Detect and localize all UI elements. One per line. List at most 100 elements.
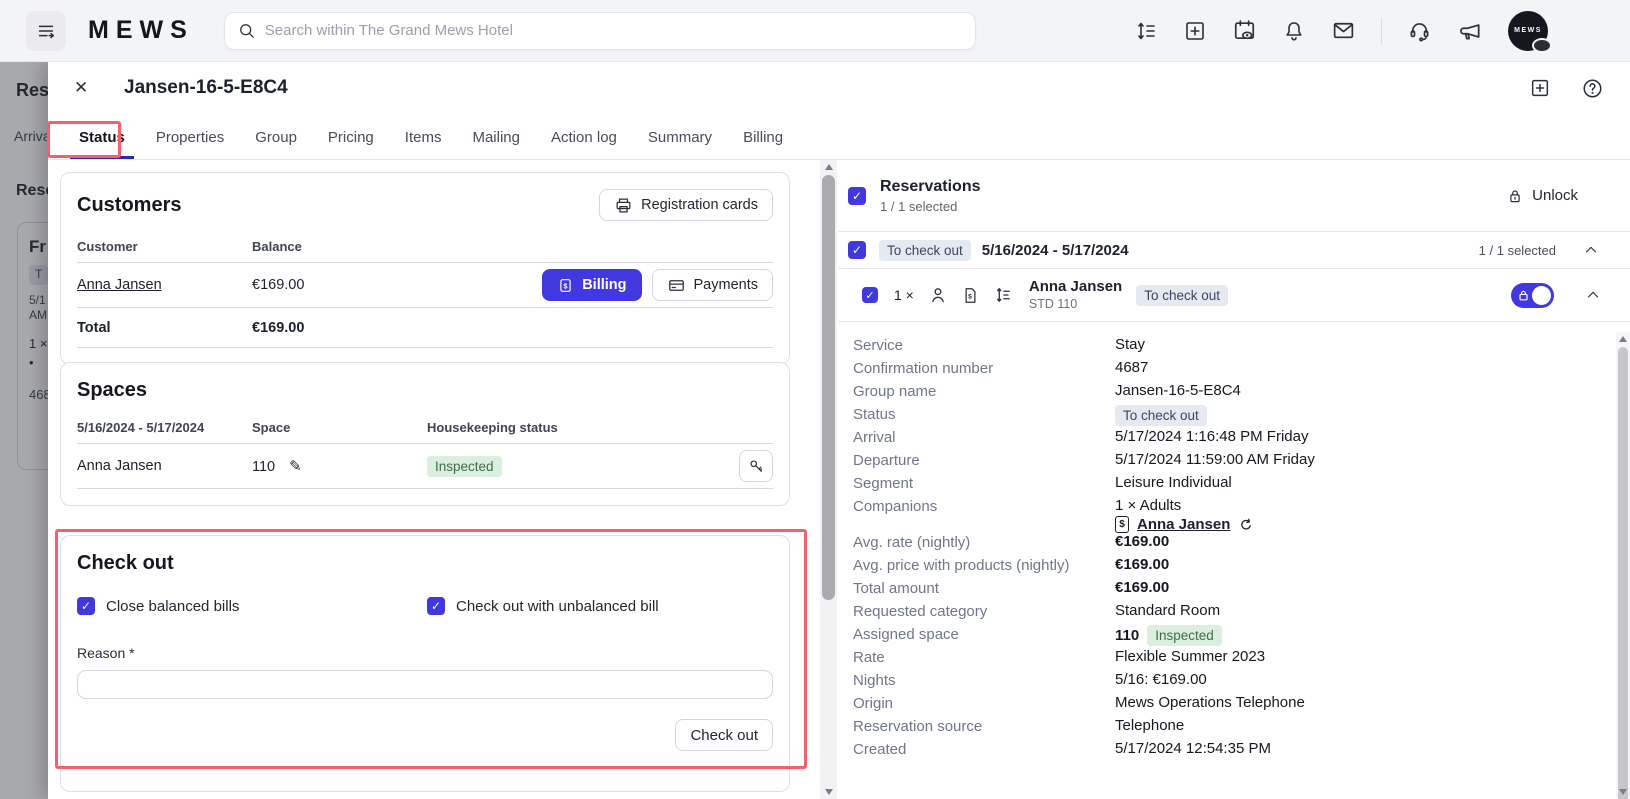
announcements-icon[interactable] xyxy=(1457,18,1483,44)
chevron-up-icon[interactable] xyxy=(1584,286,1602,304)
tab-action-log[interactable]: Action log xyxy=(542,129,626,159)
detail-row: Nights 5/16: €169.00 xyxy=(853,671,1590,694)
detail-row: Avg. rate (nightly) €169.00 xyxy=(853,533,1590,556)
tab-status[interactable]: Status xyxy=(70,129,134,159)
reservation-guest-row[interactable]: ✓ 1 × $ Anna Jansen STD 110 To check out xyxy=(838,269,1630,322)
mews-logo[interactable]: MEWS xyxy=(88,16,194,45)
search-icon xyxy=(239,24,254,38)
chevron-up-icon[interactable] xyxy=(1582,241,1600,259)
housekeeping-status-badge: Inspected xyxy=(427,455,502,477)
support-icon[interactable] xyxy=(1407,18,1432,43)
help-icon[interactable] xyxy=(1581,77,1604,100)
companion-link[interactable]: Anna Jansen xyxy=(1137,516,1230,533)
tab-billing[interactable]: Billing xyxy=(734,129,792,159)
scroll-down-arrow[interactable] xyxy=(820,785,837,799)
line-height-icon[interactable] xyxy=(1134,19,1158,43)
detail-label: Status xyxy=(853,406,896,423)
customer-balance: €169.00 xyxy=(252,262,349,308)
bg-card-bullet: • xyxy=(29,355,34,370)
details-scrollbar[interactable] xyxy=(1616,332,1630,799)
global-search[interactable] xyxy=(223,11,976,50)
checkout-unbalanced-label: Check out with unbalanced bill xyxy=(456,597,659,615)
billing-button[interactable]: $ Billing xyxy=(542,269,642,301)
group-checkbox[interactable]: ✓ xyxy=(848,241,866,259)
tab-items[interactable]: Items xyxy=(396,129,451,159)
status-tab-content: Customers Registration cards Customer Ba… xyxy=(48,160,806,799)
customer-link[interactable]: Anna Jansen xyxy=(77,277,162,293)
detail-label: Segment xyxy=(853,475,914,492)
scrollbar-thumb[interactable] xyxy=(1618,347,1628,799)
search-input[interactable] xyxy=(264,22,963,39)
tabs: Status Properties Group Pricing Items Mailing… xyxy=(48,114,1630,160)
detail-row: Segment Leisure Individual xyxy=(853,474,1590,497)
billing-icon: $ xyxy=(560,278,571,292)
total-value: €169.00 xyxy=(252,307,349,348)
detail-label: Requested category xyxy=(853,603,988,620)
unlock-button[interactable]: Unlock xyxy=(1506,187,1578,205)
edit-space-icon[interactable]: ✎ xyxy=(289,458,302,475)
close-balanced-bills-label: Close balanced bills xyxy=(106,597,240,615)
background-page-strip: Rese Arrivals Rese Fr T 5/1 AM 1 × • 468 xyxy=(0,62,48,799)
group-status-badge: To check out xyxy=(879,239,971,261)
detail-value: 1 × Adults $ Anna Jansen xyxy=(1115,497,1254,533)
detail-label: Service xyxy=(853,337,904,354)
refresh-icon[interactable] xyxy=(1238,517,1254,533)
bg-card-badge: T xyxy=(29,265,48,285)
tab-properties[interactable]: Properties xyxy=(147,129,233,159)
scroll-down-arrow[interactable] xyxy=(1616,785,1630,799)
credit-card-icon xyxy=(668,279,684,291)
payments-button[interactable]: Payments xyxy=(651,269,773,301)
main-menu-button[interactable] xyxy=(26,10,66,51)
modal-title: Jansen-16-5-E8C4 xyxy=(124,77,288,98)
scroll-up-arrow[interactable] xyxy=(820,160,837,174)
detail-value: €169.00 xyxy=(1115,579,1170,596)
reservation-group-row[interactable]: ✓ To check out 5/16/2024 - 5/17/2024 1 /… xyxy=(838,232,1630,269)
tab-mailing[interactable]: Mailing xyxy=(463,129,529,159)
close-balanced-bills-checkbox[interactable]: ✓ xyxy=(77,597,95,615)
guest-checkbox[interactable]: ✓ xyxy=(862,287,878,303)
guest-space: STD 110 xyxy=(1028,297,1078,311)
reason-input[interactable] xyxy=(77,670,773,699)
toggle-knob xyxy=(1532,285,1551,305)
messages-icon[interactable] xyxy=(1331,18,1356,43)
add-window-icon[interactable] xyxy=(1529,77,1551,99)
scrollbar-thumb[interactable] xyxy=(822,175,835,600)
detail-value: 4687 xyxy=(1115,359,1149,376)
detail-row: Service Stay xyxy=(853,336,1590,359)
detail-row: Origin Mews Operations Telephone xyxy=(853,694,1590,717)
avatar[interactable]: MEWS xyxy=(1508,10,1552,53)
tab-summary[interactable]: Summary xyxy=(639,129,721,159)
detail-value: Mews Operations Telephone xyxy=(1115,694,1305,711)
detail-label: Departure xyxy=(853,452,920,469)
notifications-icon[interactable] xyxy=(1282,19,1306,43)
calendar-view-icon[interactable] xyxy=(1232,18,1257,43)
detail-label: Arrival xyxy=(853,429,896,446)
checkout-button[interactable]: Check out xyxy=(675,719,773,751)
unlock-label: Unlock xyxy=(1532,187,1578,204)
lock-toggle[interactable] xyxy=(1511,282,1554,308)
reservations-select-all-checkbox[interactable]: ✓ xyxy=(848,186,866,205)
checkout-button-label: Check out xyxy=(690,726,758,744)
left-panel-scrollbar[interactable] xyxy=(820,160,837,799)
detail-value: 5/16: €169.00 xyxy=(1115,671,1207,688)
space-key-button[interactable] xyxy=(739,450,773,482)
housekeeping-status-badge: Inspected xyxy=(1147,625,1222,646)
bg-tab-arrivals: Arrivals xyxy=(14,128,48,144)
checkout-title: Check out xyxy=(77,552,174,574)
checkout-unbalanced-checkbox[interactable]: ✓ xyxy=(427,597,445,615)
top-bar: MEWS Search within The Grand Mews Hotel … xyxy=(0,0,1630,62)
detail-row: Confirmation number 4687 xyxy=(853,359,1590,382)
detail-label: Rate xyxy=(853,649,885,666)
guest-status-badge: To check out xyxy=(1136,284,1229,306)
detail-value: To check out xyxy=(1115,405,1207,426)
add-icon[interactable] xyxy=(1183,19,1207,43)
registration-cards-button[interactable]: Registration cards xyxy=(599,189,773,221)
bg-page-title: Rese xyxy=(16,80,48,100)
key-icon xyxy=(750,460,762,472)
detail-row: Departure 5/17/2024 11:59:00 AM Friday xyxy=(853,451,1590,474)
tab-pricing[interactable]: Pricing xyxy=(319,129,383,159)
tab-group[interactable]: Group xyxy=(246,129,306,159)
close-icon[interactable]: ✕ xyxy=(74,78,98,98)
table-row: Anna Jansen 110 ✎ Inspected xyxy=(77,443,773,489)
scroll-up-arrow[interactable] xyxy=(1616,332,1630,346)
